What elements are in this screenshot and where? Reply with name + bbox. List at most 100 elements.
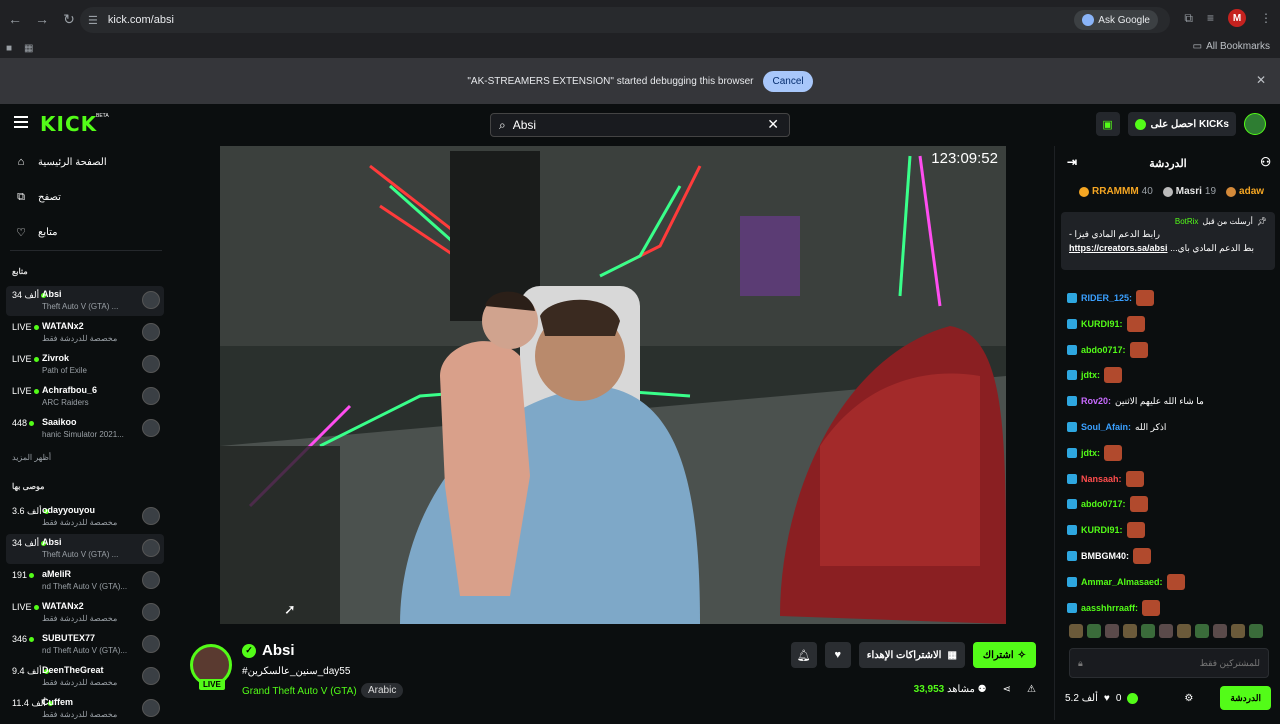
nav-browse[interactable]: ⧉ تصفح <box>14 187 164 207</box>
sidebar-channel[interactable]: 346 SUBUTEX77 nd Theft Auto V (GTA)... <box>6 630 164 660</box>
users-icon[interactable]: ⚇ <box>1260 155 1271 169</box>
sidebar-channel[interactable]: LIVE Zivrok Path of Exile <box>6 350 164 380</box>
sidebar-channel[interactable]: 448 Saaikoo hanic Simulator 2021... <box>6 414 164 444</box>
report-icon[interactable]: ⚠ <box>1027 684 1036 695</box>
gift-icon: ▦ <box>947 649 957 661</box>
sidebar-channel[interactable]: LIVE WATANx2 مخصصة للدردشة فقط <box>6 598 164 628</box>
site-info-icon[interactable]: ☰ <box>88 14 98 27</box>
settings-icon[interactable]: ⚙ <box>1184 693 1193 704</box>
chat-message[interactable]: jdtx: <box>1067 444 1275 462</box>
emote-icon[interactable] <box>1177 624 1191 638</box>
ask-google-button[interactable]: Ask Google <box>1074 10 1158 30</box>
emote-icon[interactable] <box>1069 624 1083 638</box>
more-icon[interactable]: ⋮ <box>1260 11 1272 25</box>
sidebar-channel[interactable]: 9.4 ألف DeenTheGreat مخصصة للدردشة فقط <box>6 662 164 692</box>
back-icon[interactable]: ← <box>3 7 27 31</box>
sidebar-channel[interactable]: LIVE WATANx2 مخصصة للدردشة فقط <box>6 318 164 348</box>
chat-message[interactable]: abdo0717: <box>1067 341 1275 359</box>
follow-heart-icon[interactable]: ♥ <box>824 642 851 668</box>
chat-message[interactable]: KURDI91: <box>1067 521 1275 539</box>
menu-icon[interactable] <box>14 116 28 128</box>
emote-icon[interactable] <box>1159 624 1173 638</box>
emote-icon[interactable] <box>1231 624 1245 638</box>
chat-message[interactable]: KURDI91: <box>1067 315 1275 333</box>
leader-item[interactable]: Masri 19 <box>1162 186 1216 197</box>
pinned-message[interactable]: BotRix أرسلت من قبل 📌︎ - رابط الدعم الما… <box>1061 212 1275 270</box>
channel-name: WATANx2 <box>42 321 84 331</box>
chat-message[interactable]: Soul_Afain: اذكر الله <box>1067 418 1275 436</box>
bookmark-square-icon[interactable]: ■ <box>6 43 12 54</box>
chat-message[interactable]: BMBGM40: <box>1067 547 1275 565</box>
channel-category: مخصصة للدردشة فقط <box>42 334 118 343</box>
chat-message[interactable]: Rov20: ما شاء الله عليهم الاثنين <box>1067 392 1275 410</box>
star-icon: ✧ <box>1017 649 1026 661</box>
emote-icon[interactable] <box>1105 624 1119 638</box>
close-icon[interactable]: ✕ <box>1256 73 1266 87</box>
emote-strip <box>1069 624 1263 638</box>
chat-input[interactable]: 🔒︎ للمشتركين فقط <box>1069 648 1269 678</box>
pinned-link[interactable]: https://creators.sa/absi <box>1069 243 1168 253</box>
emote-icon[interactable] <box>1213 624 1227 638</box>
viewer-count: 346 <box>12 634 28 644</box>
notification-bell-icon[interactable]: 🔔︎ <box>790 642 817 668</box>
viewer-count: LIVE <box>12 386 32 396</box>
leader-item[interactable]: RRAMMM 40 <box>1079 186 1153 197</box>
kick-store-icon[interactable]: ▣ <box>1095 112 1120 136</box>
chat-message[interactable]: jdtx: <box>1067 366 1275 384</box>
menu-icon[interactable]: ≡ <box>1207 11 1214 25</box>
search-input[interactable]: ⌕ Absi ✕ <box>490 113 790 137</box>
emote-icon[interactable] <box>1195 624 1209 638</box>
pinned-line: - رابط الدعم المادي فيزا <box>1069 229 1160 239</box>
all-bookmarks-button[interactable]: ▭ All Bookmarks <box>1193 41 1270 52</box>
cancel-debug-button[interactable]: Cancel <box>763 70 813 92</box>
emote-icon[interactable] <box>1249 624 1263 638</box>
channel-avatar <box>142 387 160 405</box>
emote-icon[interactable] <box>1123 624 1137 638</box>
get-kicks-button[interactable]: احصل على KICKs <box>1127 112 1236 136</box>
collapse-chat-icon[interactable]: ⇥ <box>1067 155 1077 169</box>
nav-following[interactable]: ♡ متابع <box>14 222 164 242</box>
sidebar-channel[interactable]: 34 ألف Absi Theft Auto V (GTA) ... <box>6 286 164 316</box>
viewers-icon: ⚉ <box>977 684 987 695</box>
send-chat-button[interactable]: الدردشة <box>1220 686 1271 710</box>
chat-message[interactable]: aasshhrraaff: <box>1067 599 1275 617</box>
viewer-count: 11.4 ألف <box>12 698 46 708</box>
share-icon[interactable]: ⋖ <box>1003 684 1011 695</box>
sidebar-channel[interactable]: 191 aMeliR nd Theft Auto V (GTA)... <box>6 566 164 596</box>
sidebar-channel[interactable]: 3.6 ألف odayyouyou مخصصة للدردشة فقط <box>6 502 164 532</box>
forward-icon[interactable]: → <box>30 7 54 31</box>
emote-icon[interactable] <box>1141 624 1155 638</box>
viewer-count: 191 <box>12 570 28 580</box>
viewers: مشاهد 33,953 ⚉ <box>914 684 987 695</box>
emote-icon[interactable] <box>1087 624 1101 638</box>
leader-item[interactable]: adaw <box>1226 186 1264 197</box>
sidebar-channel[interactable]: LIVE Achrafbou_6 ARC Raiders <box>6 382 164 412</box>
user-avatar[interactable] <box>1244 113 1266 135</box>
channel-name: aMeliR <box>42 569 72 579</box>
extensions-icon[interactable]: ⧉ <box>1184 11 1193 26</box>
streamer-name[interactable]: ✓ Absi <box>242 642 295 659</box>
video-player[interactable]: 123:09:52 <box>220 146 1006 624</box>
kick-logo[interactable]: KICK <box>40 112 97 136</box>
address-bar[interactable]: ☰ kick.com/absi Ask Google <box>80 7 1170 33</box>
chat-message[interactable]: Nansaah: <box>1067 470 1275 488</box>
sub-badge-icon <box>1067 318 1077 329</box>
chat-message[interactable]: abdo0717: <box>1067 495 1275 513</box>
subscribe-button[interactable]: اشتراك ✧ <box>972 642 1036 668</box>
gift-subs-button[interactable]: الاشتراكات الإهداء ▦ <box>858 642 965 668</box>
channel-viewers: LIVE <box>12 354 39 364</box>
reload-icon[interactable]: ↻ <box>57 7 81 31</box>
apps-grid-icon[interactable]: ▦ <box>24 43 33 54</box>
show-more-link[interactable]: أظهر المزيد <box>12 453 51 462</box>
chat-message[interactable]: RIDER_125: <box>1067 289 1275 307</box>
stream-uptime: 123:09:52 <box>931 150 998 167</box>
language-tag[interactable]: Arabic <box>361 683 404 698</box>
clear-search-icon[interactable]: ✕ <box>767 116 779 133</box>
category-link[interactable]: Grand Theft Auto V (GTA) <box>242 686 357 697</box>
sidebar-channel[interactable]: 34 ألف Absi Theft Auto V (GTA) ... <box>6 534 164 564</box>
nav-home[interactable]: ⌂ الصفحة الرئيسية <box>14 152 164 172</box>
channel-name: DeenTheGreat <box>42 665 104 675</box>
chat-message[interactable]: Ammar_Almasaed: <box>1067 573 1275 591</box>
recommended-title: موصى بها <box>12 482 45 491</box>
profile-avatar[interactable]: M <box>1228 9 1246 27</box>
